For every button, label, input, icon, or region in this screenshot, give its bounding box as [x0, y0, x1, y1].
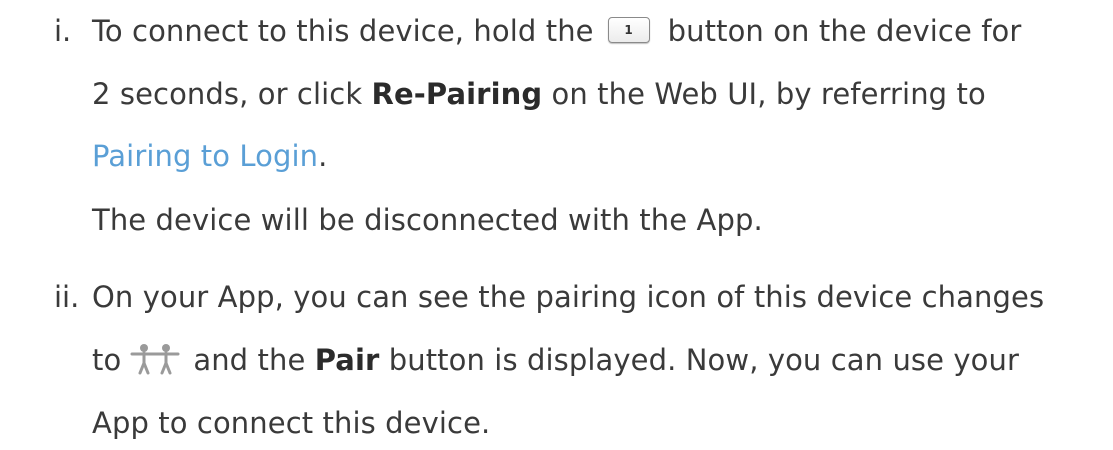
step-1-line-2: 2 seconds, or click Re-Pairing on the We…	[92, 74, 986, 114]
pair-label: Pair	[314, 343, 380, 377]
step-1-period: .	[318, 139, 328, 173]
step-1-text-d: on the Web UI, by referring to	[542, 77, 986, 111]
step-1-marker: i.	[54, 14, 72, 48]
step-1-text-c: 2 seconds, or click	[92, 77, 372, 111]
step-2-text-b: to	[92, 343, 122, 377]
step-2-marker: ii.	[54, 280, 80, 314]
step-2-text-d: button is displayed. Now, you can use yo…	[379, 343, 1020, 377]
step-2-text-e: App to connect this device.	[92, 406, 491, 440]
step-2-text-a: On your App, you can see the pairing ico…	[92, 280, 1045, 314]
device-button-icon: 1	[607, 17, 650, 43]
step-2-line-3: App to connect this device.	[92, 403, 490, 443]
step-1-text-b: button on the device for	[667, 14, 1022, 48]
step-1-line-3: Pairing to Login.	[92, 136, 328, 176]
step-2-line-2: to and the Pair button is displayed. Now…	[92, 340, 1019, 380]
step-2-line-1: On your App, you can see the pairing ico…	[92, 277, 1044, 317]
step-1-note: The device will be disconnected with the…	[92, 203, 763, 237]
pairing-to-login-link[interactable]: Pairing to Login	[92, 139, 318, 173]
step-1-text-a: To connect to this device, hold the	[92, 14, 594, 48]
step-1-line-1: To connect to this device, hold the 1 butt…	[92, 11, 1021, 51]
re-pairing-label: Re-Pairing	[371, 77, 543, 111]
step-1-line-4: The device will be disconnected with the…	[92, 200, 763, 240]
pairing-people-icon	[129, 343, 181, 375]
step-2-text-c: and the	[193, 343, 315, 377]
